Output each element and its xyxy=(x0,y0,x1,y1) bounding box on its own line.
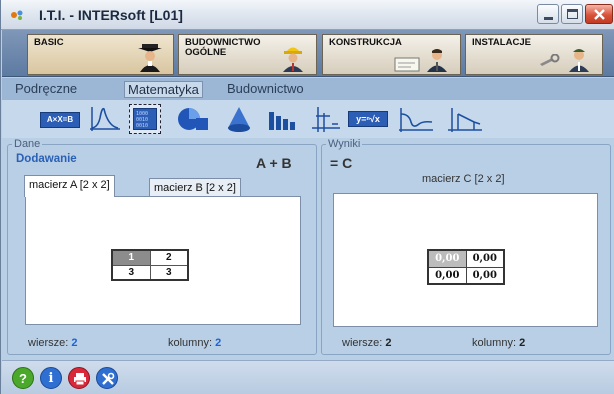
root-button[interactable]: y=ⁿ√x xyxy=(348,104,388,134)
result-cell: 0,00 xyxy=(465,249,505,268)
builder-figure-icon xyxy=(283,47,303,72)
matrix-a-grid[interactable]: 1 2 3 3 xyxy=(111,249,189,281)
category-bar: BASIC BUDOWNICTWO OGÓLNE KONSTRUKCJA INS… xyxy=(2,30,614,77)
coordinate-axes-button[interactable] xyxy=(308,104,342,134)
category-tab-basic[interactable]: BASIC xyxy=(27,34,174,75)
cone-button[interactable] xyxy=(224,104,254,134)
matrix-cell[interactable]: 3 xyxy=(149,264,189,281)
matrix-cell[interactable]: 1 xyxy=(111,249,151,266)
operation-name: Dodawanie xyxy=(16,153,77,165)
result-rows-field: wiersze: 2 xyxy=(342,337,392,349)
result-matrix-title: macierz C [2 x 2] xyxy=(422,173,505,185)
bar-chart-icon xyxy=(269,112,295,130)
result-formula: = C xyxy=(330,155,353,171)
engineer-figure-icon xyxy=(427,49,447,72)
title-bar[interactable]: I.T.I. - INTERsoft [L01] xyxy=(1,0,614,30)
result-cols-field: kolumny: 2 xyxy=(472,337,525,349)
circle-segment-button[interactable] xyxy=(172,104,212,134)
bottom-bar: ? i xyxy=(2,360,614,394)
tab-matrix-b[interactable]: macierz B [2 x 2] xyxy=(149,178,241,198)
cols-field: kolumny: 2 xyxy=(168,337,221,349)
rows-field: wiersze: 2 xyxy=(28,337,78,349)
result-panel: Wyniki = C macierz C [2 x 2] 0,00 0,00 0… xyxy=(321,138,611,355)
axes-icon xyxy=(312,107,340,132)
function-plot-button[interactable] xyxy=(395,104,435,134)
circle-segment-icon xyxy=(178,108,208,130)
rows-label: wiersze: xyxy=(28,337,69,349)
print-button[interactable] xyxy=(68,367,90,389)
category-tab-instalacje[interactable]: INSTALACJE xyxy=(465,34,603,75)
category-tab-konstrukcja[interactable]: KONSTRUKCJA xyxy=(322,34,461,75)
matrix-a-editor: 1 2 3 3 xyxy=(25,196,301,325)
close-icon xyxy=(594,9,605,20)
info-icon: i xyxy=(48,371,54,386)
matrix-cell[interactable]: 3 xyxy=(111,264,151,281)
result-cell: 0,00 xyxy=(427,266,467,285)
result-cols-label: kolumny: xyxy=(472,337,517,349)
settings-button[interactable] xyxy=(96,367,118,389)
input-panel-legend: Dane xyxy=(12,138,43,150)
category-label: BASIC xyxy=(34,37,64,48)
category-tab-budownictwo-ogolne[interactable]: BUDOWNICTWO OGÓLNE xyxy=(178,34,317,75)
bar-chart-button[interactable] xyxy=(266,104,298,134)
result-rows-label: wiersze: xyxy=(342,337,383,349)
cols-value[interactable]: 2 xyxy=(215,337,221,349)
integral-icon xyxy=(448,108,482,132)
app-logo-icon xyxy=(11,10,23,20)
axb-icon: A×X=B xyxy=(40,112,80,128)
help-icon: ? xyxy=(19,371,27,386)
input-panel: Dane Dodawanie A + B macierz A [2 x 2] m… xyxy=(7,138,317,355)
cols-label: kolumny: xyxy=(168,337,213,349)
window-title: I.T.I. - INTERsoft [L01] xyxy=(39,7,183,23)
operation-formula: A + B xyxy=(256,155,292,171)
wrench-icon xyxy=(540,54,560,66)
maximize-button[interactable] xyxy=(561,4,583,24)
cone-icon xyxy=(228,107,250,132)
result-cell: 0,00 xyxy=(427,249,467,268)
submenu-bar: Podręczne Matematyka Budownictwo xyxy=(2,78,614,100)
root-icon: y=ⁿ√x xyxy=(348,111,388,127)
tab-matrix-a[interactable]: macierz A [2 x 2] xyxy=(24,175,115,197)
linear-equations-button[interactable]: A×X=B xyxy=(40,112,80,128)
minimize-button[interactable] xyxy=(537,4,559,24)
result-matrix-grid: 0,00 0,00 0,00 0,00 xyxy=(427,249,505,285)
result-cell: 0,00 xyxy=(465,266,505,285)
app-window: I.T.I. - INTERsoft [L01] BASIC BUDOWNICT… xyxy=(0,0,614,394)
rows-value[interactable]: 2 xyxy=(71,337,77,349)
gauss-curve-icon xyxy=(90,107,120,131)
matrix-cell[interactable]: 2 xyxy=(149,249,189,266)
minimize-icon xyxy=(544,17,553,20)
result-cols-value: 2 xyxy=(519,337,526,349)
submenu-matematyka[interactable]: Matematyka xyxy=(124,81,203,98)
maximize-icon xyxy=(567,9,578,19)
category-label: KONSTRUKCJA xyxy=(329,37,402,48)
normal-distribution-button[interactable] xyxy=(86,104,122,134)
category-label: BUDOWNICTWO OGÓLNE xyxy=(185,37,261,58)
info-button[interactable]: i xyxy=(40,367,62,389)
submenu-budownictwo[interactable]: Budownictwo xyxy=(224,81,307,98)
matrix-button[interactable]: 1000 0010 0010 xyxy=(129,104,161,134)
integral-button[interactable] xyxy=(444,104,484,134)
print-icon xyxy=(74,373,86,386)
graduate-figure-icon xyxy=(138,44,162,72)
settings-icon xyxy=(102,372,115,385)
function-icon xyxy=(399,108,433,132)
installer-figure-icon xyxy=(569,49,589,72)
help-button[interactable]: ? xyxy=(12,367,34,389)
result-panel-legend: Wyniki xyxy=(326,138,363,150)
close-button[interactable] xyxy=(585,4,613,24)
result-matrix-box: 0,00 0,00 0,00 0,00 xyxy=(333,193,598,327)
math-toolbar: A×X=B 1000 0010 0010 y=ⁿ√x xyxy=(2,100,614,138)
matrix-icon: 1000 0010 0010 xyxy=(133,108,157,130)
blueprint-icon xyxy=(394,57,420,72)
result-rows-value: 2 xyxy=(385,337,392,349)
category-label: INSTALACJE xyxy=(472,37,531,48)
submenu-podreczne[interactable]: Podręczne xyxy=(12,81,80,98)
